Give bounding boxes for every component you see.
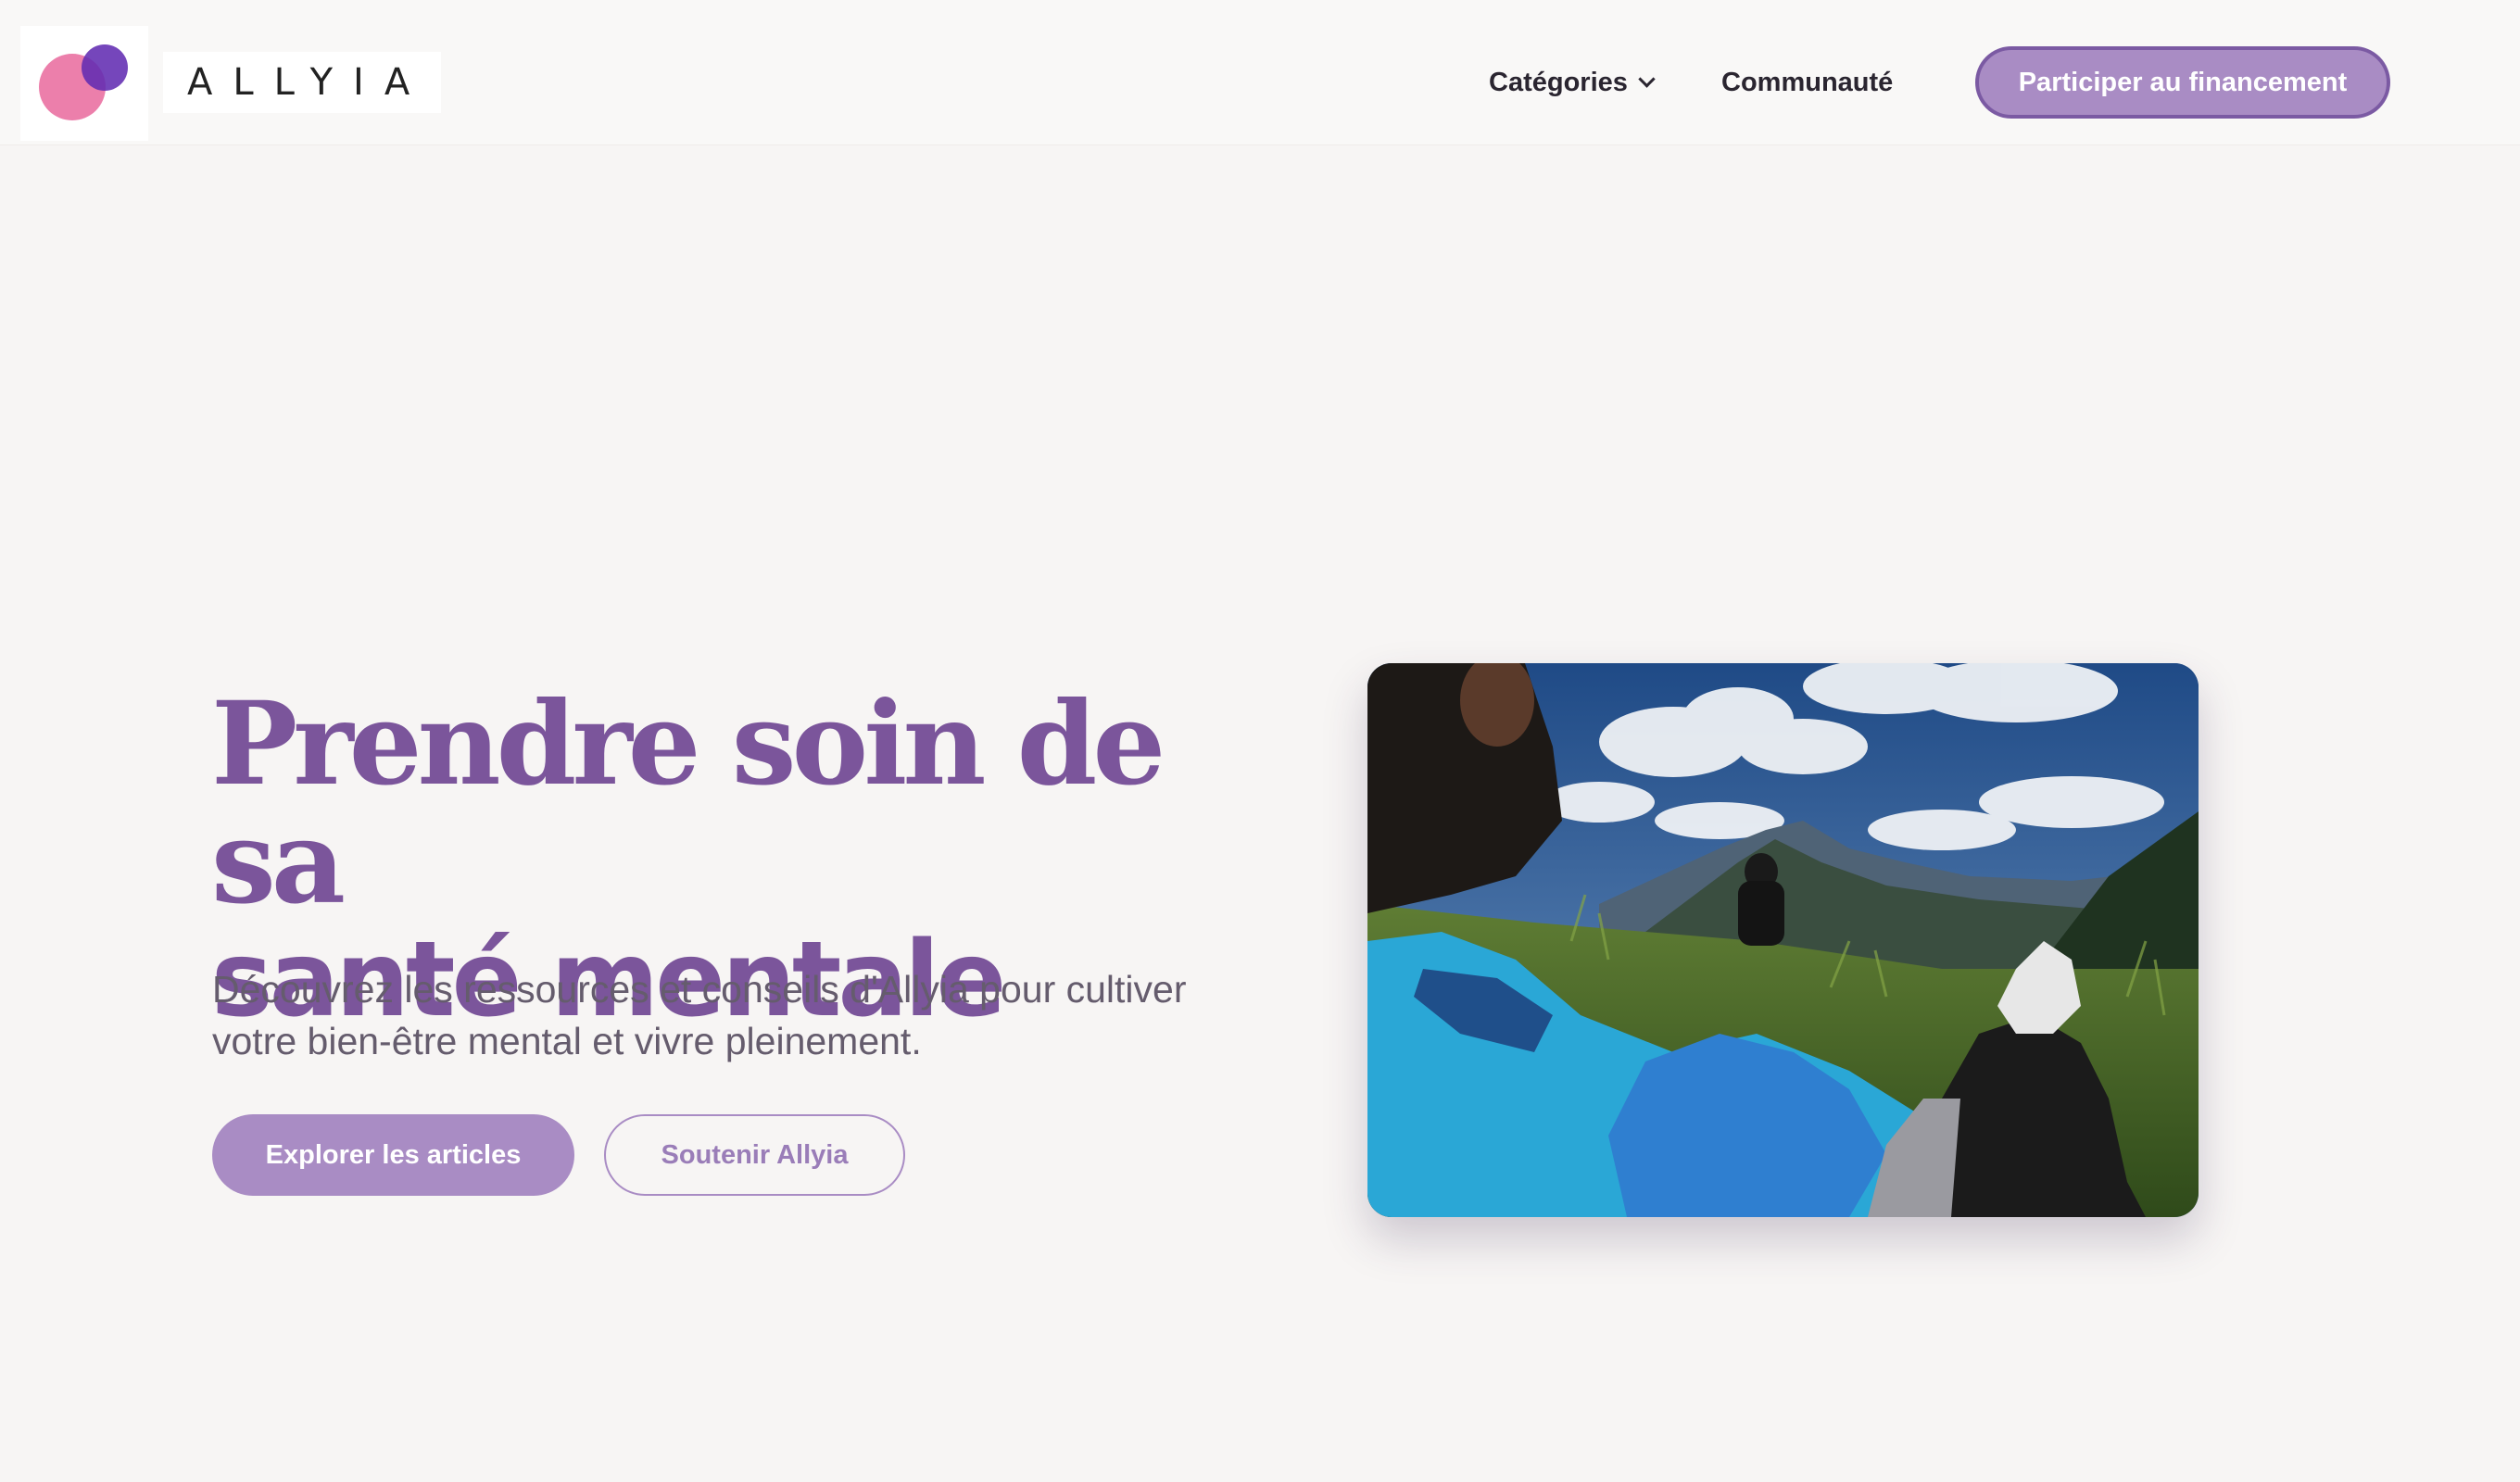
nav-categories-label: Catégories	[1489, 68, 1628, 97]
nav-community[interactable]: Communauté	[1721, 65, 1893, 100]
mountain-landscape-image	[1367, 663, 2199, 1217]
funding-button[interactable]: Participer au financement	[1975, 46, 2390, 119]
nav-categories[interactable]: Catégories	[1489, 65, 1656, 100]
logo-violet-circle	[82, 44, 128, 91]
hero-description: Découvrez les ressources et conseils d'A…	[212, 968, 1187, 1062]
support-allyia-button[interactable]: Soutenir Allyia	[604, 1114, 905, 1196]
logo-icon[interactable]	[20, 26, 148, 141]
hero-photo	[1367, 663, 2199, 1217]
hero-title-line1: Prendre soin de sa	[211, 677, 1166, 930]
site-header: ALLYIA Catégories Communauté Participer …	[0, 0, 2520, 145]
chevron-down-icon	[1638, 70, 1656, 88]
brand-wordmark[interactable]: ALLYIA	[163, 52, 441, 113]
explore-articles-button[interactable]: Explorer les articles	[212, 1114, 574, 1196]
